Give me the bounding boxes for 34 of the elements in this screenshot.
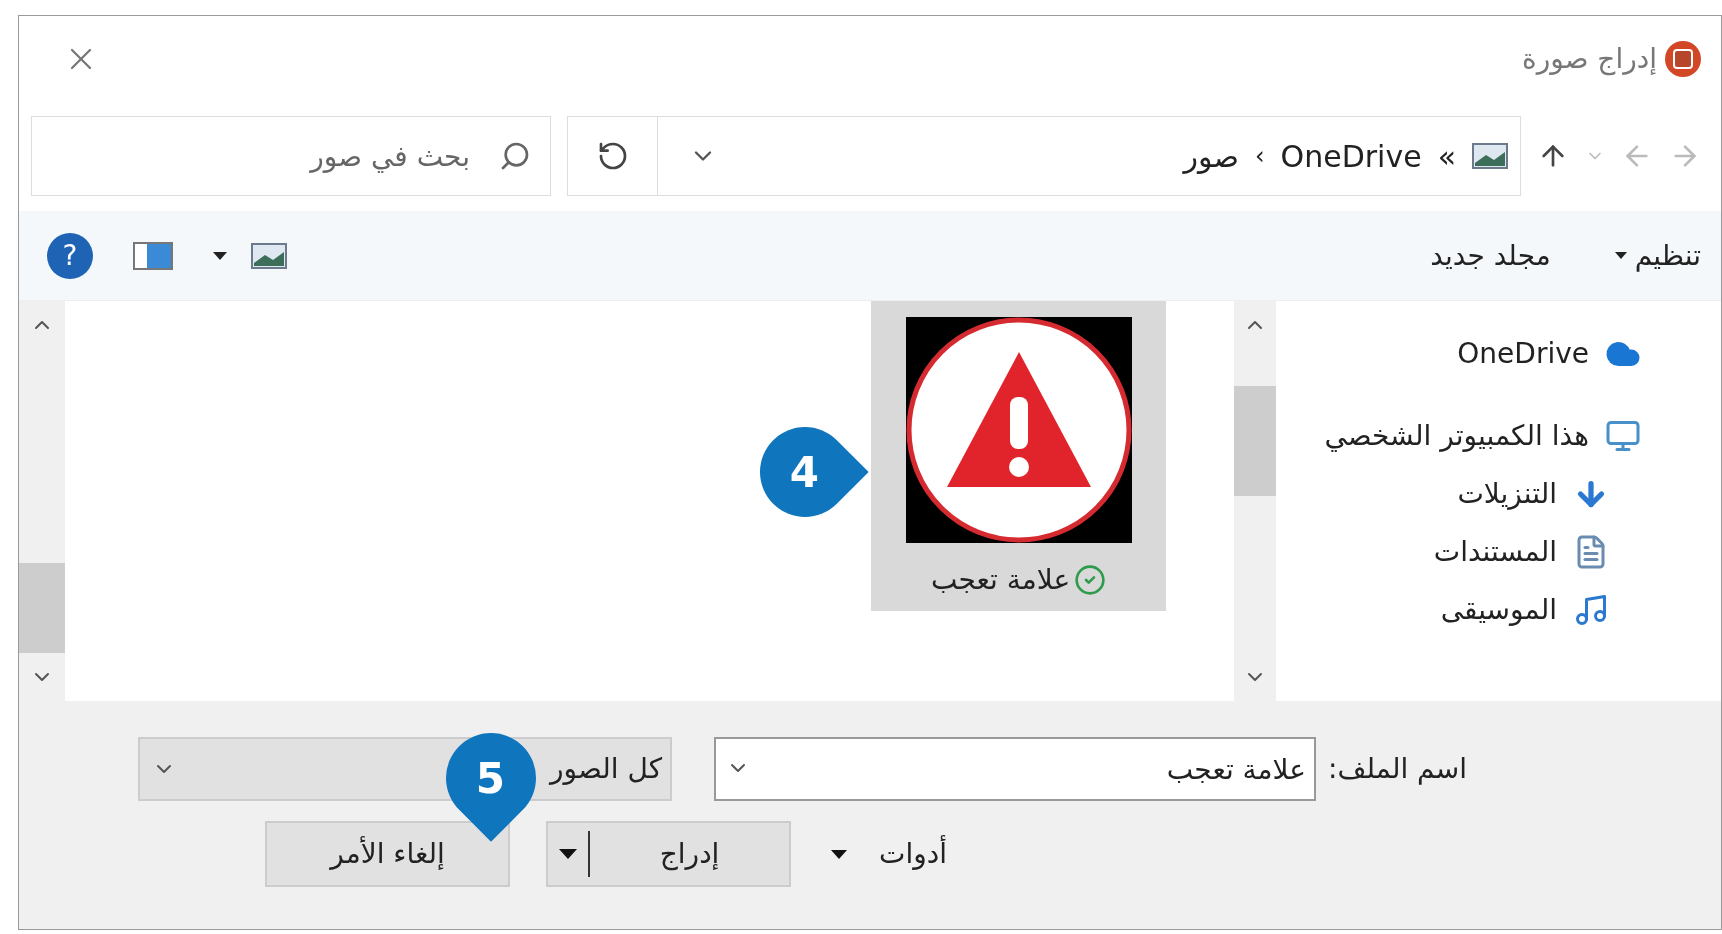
search-field[interactable]: بحث في صور: [31, 116, 551, 196]
computer-icon: [1605, 418, 1641, 454]
sidebar-item[interactable]: الموسيقى: [1432, 589, 1641, 631]
help-button[interactable]: ?: [47, 232, 93, 279]
scrollbar[interactable]: [19, 301, 65, 701]
view-dropdown-icon[interactable]: [213, 251, 227, 260]
scrollbar-thumb[interactable]: [19, 563, 65, 653]
filename-label: اسم الملف:: [1328, 751, 1467, 787]
file-name: علامة تعجب: [930, 562, 1071, 598]
cancel-button[interactable]: إلغاء الأمر: [265, 821, 511, 887]
sidebar-item[interactable]: التنزيلات: [1449, 473, 1641, 515]
caret-icon[interactable]: [559, 849, 578, 859]
file-tile[interactable]: علامة تعجب: [871, 301, 1166, 611]
search-icon: [499, 140, 531, 172]
breadcrumb-overflow[interactable]: »: [1437, 133, 1456, 179]
filename-field[interactable]: علامة تعجب: [714, 737, 1317, 801]
music-note-icon: [1573, 592, 1609, 628]
insert-button[interactable]: إدراج: [546, 821, 792, 887]
sidebar-item[interactable]: هذا الكمبيوتر الشخصي: [1316, 415, 1641, 457]
new-folder-button[interactable]: مجلد جديد: [1430, 234, 1551, 277]
preview-pane-icon[interactable]: [133, 241, 173, 270]
scrollbar-thumb[interactable]: [1234, 386, 1276, 496]
picture-icon: [1472, 143, 1508, 169]
organize-menu[interactable]: تنظيم: [1614, 234, 1701, 277]
picture-icon: [251, 242, 287, 269]
tools-menu[interactable]: أدوات: [831, 833, 947, 875]
window-title: إدراج صورة: [1522, 40, 1657, 78]
sidebar-item[interactable]: OneDrive: [1449, 333, 1641, 375]
sidebar-item[interactable]: المستندات: [1425, 531, 1641, 573]
breadcrumb-segment[interactable]: صور: [1183, 133, 1239, 179]
breadcrumb-separator: ›: [1254, 141, 1265, 172]
app-logo-icon: [1665, 40, 1701, 77]
scrollbar[interactable]: [1234, 301, 1276, 701]
breadcrumb-segment[interactable]: OneDrive: [1280, 133, 1422, 179]
